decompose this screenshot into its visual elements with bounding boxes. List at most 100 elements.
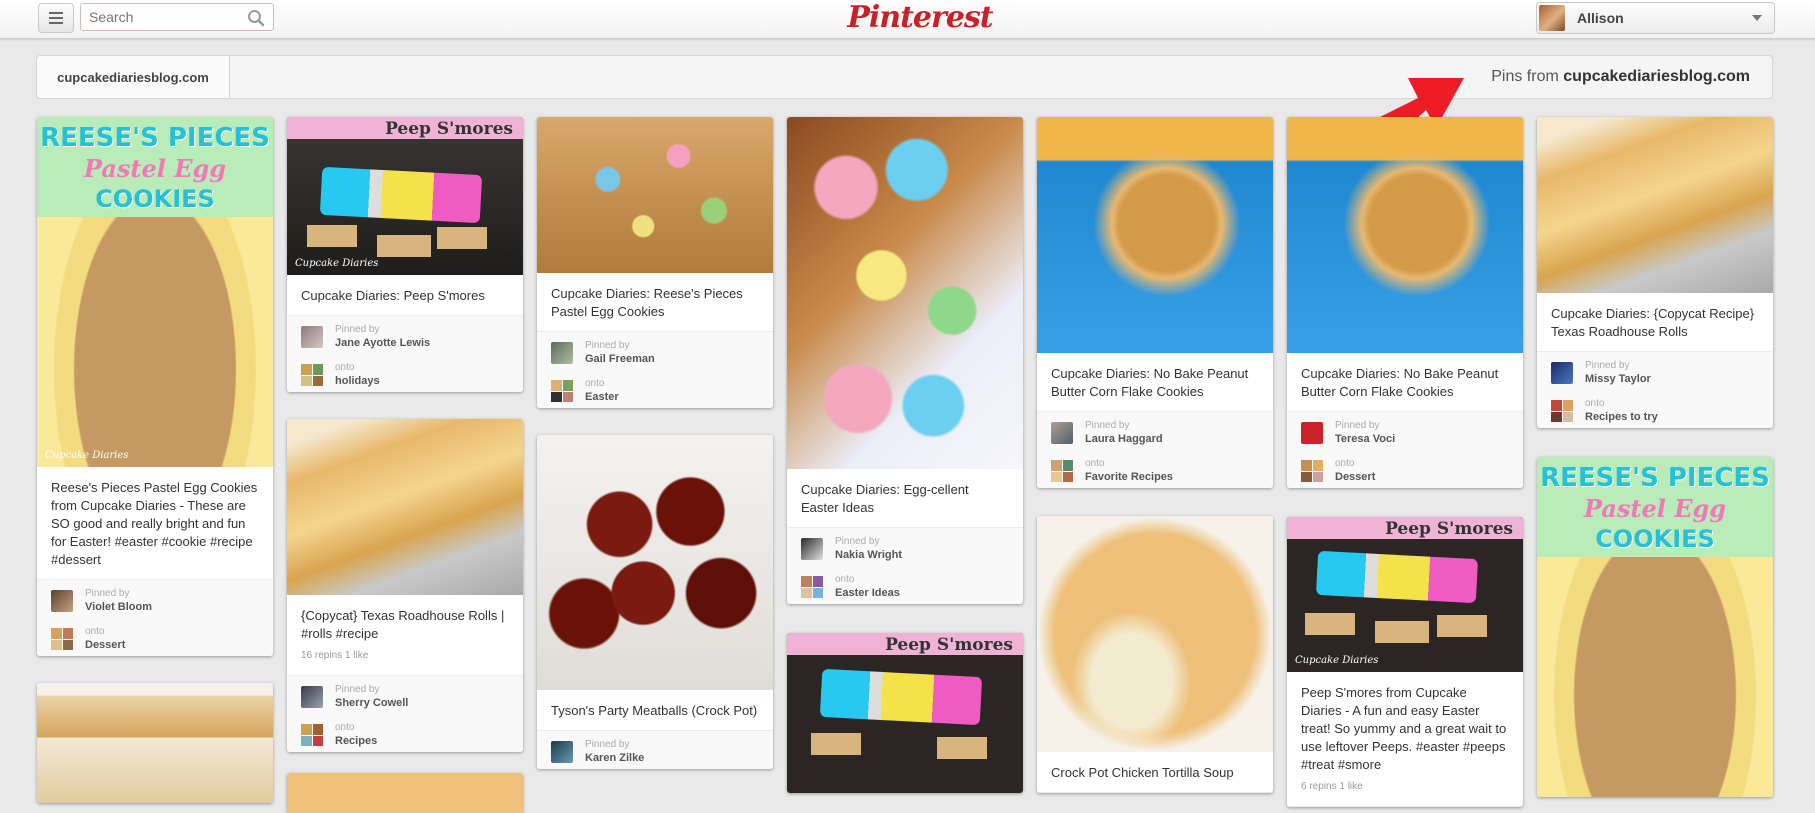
menu-button[interactable]: [38, 3, 74, 33]
pinner-name[interactable]: Violet Bloom: [85, 601, 152, 613]
pin-card[interactable]: {Copycat} Texas Roadhouse Rolls | #rolls…: [287, 419, 523, 752]
pin-image[interactable]: Peep S'mores Cupcake Diaries: [287, 117, 523, 275]
pin-image[interactable]: REESE'S PIECES Pastel Egg COOKIES Cupcak…: [37, 117, 273, 467]
board-thumbnail: [801, 576, 823, 598]
pinner-name[interactable]: Teresa Voci: [1335, 433, 1395, 445]
pin-meta: Pinned by Gail Freeman onto Easter: [537, 332, 773, 408]
pin-image[interactable]: [1037, 117, 1273, 353]
pin-image[interactable]: Peep S'mores: [787, 633, 1023, 793]
board-name[interactable]: Dessert: [1335, 471, 1375, 483]
board-row[interactable]: onto Easter: [551, 370, 759, 408]
pin-description[interactable]: Crock Pot Chicken Tortilla Soup: [1037, 752, 1273, 793]
pinned-by-row[interactable]: Pinned by Laura Haggard: [1051, 412, 1259, 450]
pin-meta: Pinned by Missy Taylor onto Recipes to t…: [1537, 352, 1773, 428]
pins-from-heading: Pins from cupcakediariesblog.com: [1491, 68, 1750, 86]
pin-description[interactable]: Cupcake Diaries: No Bake Peanut Butter C…: [1287, 353, 1523, 412]
pin-card[interactable]: Cupcake Diaries: No Bake Peanut Butter C…: [1037, 117, 1273, 488]
pin-image[interactable]: [287, 773, 523, 813]
pin-card[interactable]: Crock Pot Chicken Tortilla Soup: [1037, 516, 1273, 793]
board-row[interactable]: onto Dessert: [1301, 450, 1509, 488]
board-thumbnail: [1051, 460, 1073, 482]
hamburger-icon: [49, 12, 63, 14]
pin-card[interactable]: Cupcake Diaries: Egg-cellent Easter Idea…: [787, 117, 1023, 604]
pin-image[interactable]: [37, 683, 273, 803]
pin-card[interactable]: Cupcake Diaries: Reese's Pieces Pastel E…: [537, 117, 773, 408]
onto-label: onto: [835, 574, 855, 585]
pin-description[interactable]: Cupcake Diaries: Egg-cellent Easter Idea…: [787, 469, 1023, 528]
pin-card[interactable]: Peep S'mores Cupcake Diaries Peep S'more…: [1287, 517, 1523, 807]
pinterest-logo[interactable]: Pinterest: [820, 0, 1020, 35]
pin-card[interactable]: Tyson's Party Meatballs (Crock Pot) Pinn…: [537, 435, 773, 769]
board-name[interactable]: Easter Ideas: [835, 587, 900, 599]
pinner-name[interactable]: Nakia Wright: [835, 549, 902, 561]
board-thumbnail: [551, 380, 573, 402]
search-icon[interactable]: [247, 9, 265, 27]
board-row[interactable]: onto Recipes: [301, 714, 509, 752]
pinned-by-row[interactable]: Pinned by Nakia Wright: [801, 528, 1009, 566]
pinned-by-row[interactable]: Pinned by Karen Zilke: [551, 731, 759, 769]
pin-stats: 16 repins 1 like: [301, 650, 369, 661]
pinned-by-row[interactable]: Pinned by Missy Taylor: [1551, 352, 1759, 390]
pin-meta: Pinned by Nakia Wright onto Easter Ideas: [787, 528, 1023, 604]
pin-image[interactable]: Peep S'mores Cupcake Diaries: [1287, 517, 1523, 672]
pin-description[interactable]: Cupcake Diaries: Peep S'mores: [287, 275, 523, 316]
pins-from-domain: cupcakediariesblog.com: [1563, 68, 1750, 85]
pinner-name[interactable]: Sherry Cowell: [335, 697, 408, 709]
pinned-by-row[interactable]: Pinned by Gail Freeman: [551, 332, 759, 370]
board-row[interactable]: onto Easter Ideas: [801, 566, 1009, 604]
onto-label: onto: [335, 722, 355, 733]
board-name[interactable]: Recipes: [335, 735, 377, 747]
pinned-by-label: Pinned by: [585, 739, 630, 750]
pinned-by-row[interactable]: Pinned by Violet Bloom: [51, 580, 259, 618]
board-name[interactable]: Recipes to try: [1585, 411, 1658, 423]
pin-description[interactable]: Reese's Pieces Pastel Egg Cookies from C…: [37, 467, 273, 580]
pin-description[interactable]: Cupcake Diaries: Reese's Pieces Pastel E…: [537, 273, 773, 332]
pin-card[interactable]: Peep S'mores Cupcake Diaries Cupcake Dia…: [287, 117, 523, 392]
pin-overlay-subtitle: Pastel Egg: [1583, 494, 1727, 523]
pin-image[interactable]: [787, 117, 1023, 469]
pin-image[interactable]: REESE'S PIECES Pastel Egg COOKIES: [1537, 457, 1773, 797]
board-row[interactable]: onto Recipes to try: [1551, 390, 1759, 428]
board-row[interactable]: onto Dessert: [51, 618, 259, 656]
pin-image[interactable]: [1037, 516, 1273, 752]
user-menu-button[interactable]: Allison: [1536, 2, 1775, 34]
pin-card[interactable]: [287, 773, 523, 813]
pin-card[interactable]: REESE'S PIECES Pastel Egg COOKIES Cupcak…: [37, 117, 273, 656]
source-domain-tab[interactable]: cupcakediariesblog.com: [37, 56, 230, 98]
pin-card[interactable]: Peep S'mores: [787, 633, 1023, 793]
search-input[interactable]: [81, 4, 247, 30]
pin-description[interactable]: Cupcake Diaries: {Copycat Recipe} Texas …: [1537, 293, 1773, 352]
board-row[interactable]: onto Favorite Recipes: [1051, 450, 1259, 488]
pin-image[interactable]: [1537, 117, 1773, 293]
board-name[interactable]: Dessert: [85, 639, 125, 651]
pinned-by-row[interactable]: Pinned by Sherry Cowell: [301, 676, 509, 714]
pinned-by-row[interactable]: Pinned by Jane Ayotte Lewis: [301, 316, 509, 354]
board-row[interactable]: onto holidays: [301, 354, 509, 392]
pin-image[interactable]: [537, 435, 773, 690]
pinner-name[interactable]: Karen Zilke: [585, 752, 644, 764]
pin-description[interactable]: Tyson's Party Meatballs (Crock Pot): [537, 690, 773, 731]
pin-description[interactable]: {Copycat} Texas Roadhouse Rolls | #rolls…: [287, 595, 523, 676]
pinner-name[interactable]: Laura Haggard: [1085, 433, 1163, 445]
board-thumbnail: [1551, 400, 1573, 422]
pin-card[interactable]: Cupcake Diaries: No Bake Peanut Butter C…: [1287, 117, 1523, 488]
source-bar: cupcakediariesblog.com Pins from cupcake…: [36, 55, 1773, 99]
pin-image[interactable]: [1287, 117, 1523, 353]
pin-card[interactable]: Cupcake Diaries: {Copycat Recipe} Texas …: [1537, 117, 1773, 428]
pin-card[interactable]: REESE'S PIECES Pastel Egg COOKIES: [1537, 457, 1773, 797]
pin-description[interactable]: Cupcake Diaries: No Bake Peanut Butter C…: [1037, 353, 1273, 412]
pin-description[interactable]: Peep S'mores from Cupcake Diaries - A fu…: [1287, 672, 1523, 807]
pin-image[interactable]: [537, 117, 773, 273]
pinner-name[interactable]: Missy Taylor: [1585, 373, 1651, 385]
pinned-by-label: Pinned by: [1585, 360, 1630, 371]
board-name[interactable]: Favorite Recipes: [1085, 471, 1173, 483]
pin-card[interactable]: [37, 683, 273, 803]
board-name[interactable]: holidays: [335, 375, 380, 387]
pin-image[interactable]: [287, 419, 523, 595]
board-name[interactable]: Easter: [585, 391, 619, 403]
pinner-name[interactable]: Jane Ayotte Lewis: [335, 337, 430, 349]
pinner-name[interactable]: Gail Freeman: [585, 353, 655, 365]
pinned-by-label: Pinned by: [335, 324, 380, 335]
pinned-by-row[interactable]: Pinned by Teresa Voci: [1301, 412, 1509, 450]
pin-strip-title: Peep S'mores: [385, 119, 513, 139]
